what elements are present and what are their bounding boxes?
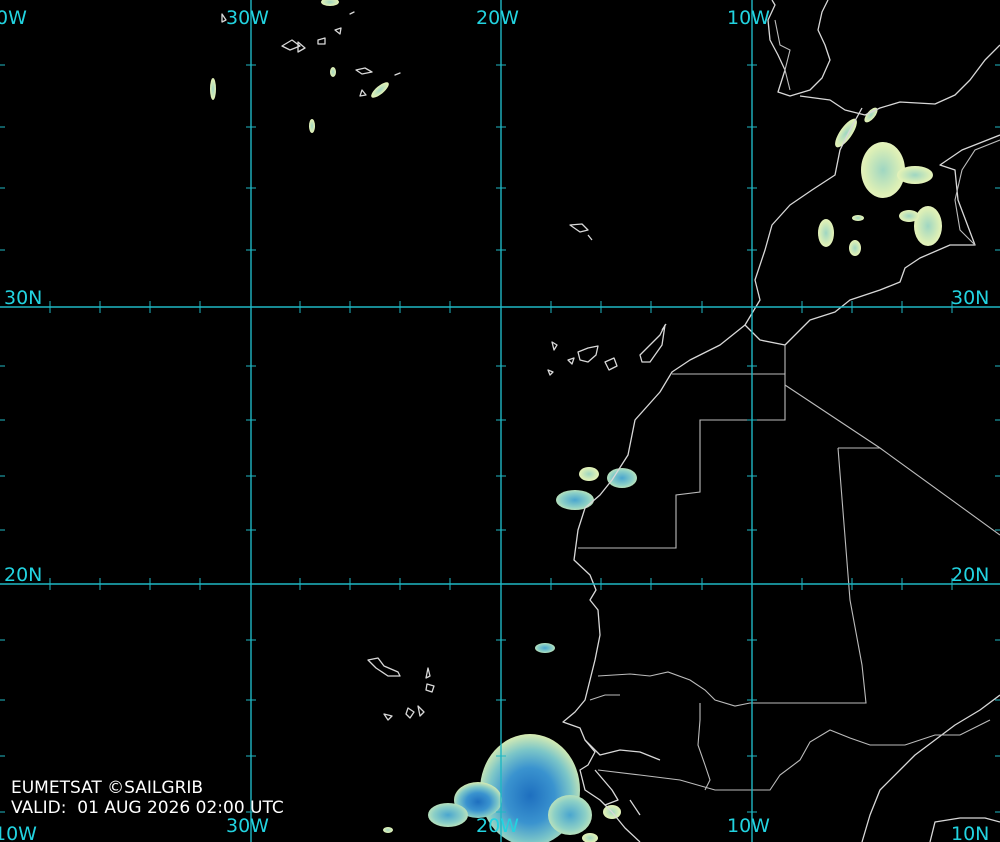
bottom-label-30w: 30W: [226, 815, 269, 837]
cloud-patch: [897, 166, 933, 184]
cloud-patch: [321, 0, 339, 6]
lat-label-20n-left: 20N: [4, 564, 42, 586]
border-western-sahara: [578, 373, 786, 549]
cloud-patch: [330, 67, 336, 77]
cloud-patch: [371, 82, 389, 98]
cloud-patch: [535, 643, 555, 653]
border-mali-west: [597, 447, 880, 707]
cloud-patch: [210, 78, 216, 100]
island-cape-verde: [367, 657, 435, 721]
cloud-layer: [210, 0, 942, 842]
cloud-patch: [818, 219, 834, 247]
lon-label-30w: 30W: [226, 7, 269, 29]
lon-label-10w: 10W: [727, 7, 770, 29]
cloud-patch: [582, 833, 598, 842]
border-guinea: [740, 719, 991, 791]
coastline-layer: [221, 0, 1000, 842]
border-mauritania-east: [784, 345, 1000, 536]
border-morocco-algeria: [954, 139, 1000, 246]
lat-label-20n-right: 20N: [951, 564, 989, 586]
cloud-patch: [899, 210, 919, 222]
valid-label: VALID:: [11, 798, 67, 818]
credit-valid-time: VALID: 01 AUG 2026 02:00 UTC: [11, 798, 284, 818]
cloud-patch: [309, 119, 315, 133]
cloud-patch: [849, 240, 861, 256]
satellite-map[interactable]: 0W 30W 20W 10W 30N 30N 20N 20N 10W 30W 2…: [0, 0, 1000, 842]
lat-label-30n-left: 30N: [4, 287, 42, 309]
valid-spacer: [66, 798, 77, 818]
graticule-ticks: [0, 64, 1000, 813]
coastline-iberia-south: [799, 44, 1000, 116]
coastline-morocco-north: [744, 107, 863, 326]
coastline-bottom-right: [861, 694, 1000, 842]
lat-label-30n-right: 30N: [951, 287, 989, 309]
cloud-patch: [835, 118, 857, 148]
cloud-patch: [607, 468, 637, 488]
cloud-patch: [548, 795, 592, 835]
credit-source: EUMETSAT ©SAILGRIB: [11, 778, 204, 798]
cloud-patch: [914, 206, 942, 246]
border-senegal: [589, 694, 740, 791]
bottom-label-left: 10W: [0, 823, 37, 842]
cloud-patch: [579, 467, 599, 481]
island-canaries: [547, 323, 667, 376]
coastline-bissau: [584, 739, 661, 816]
cloud-patch: [861, 142, 905, 198]
bottom-label-20w: 20W: [476, 815, 519, 837]
cloud-patch: [428, 803, 468, 827]
cloud-patch: [556, 490, 594, 510]
cloud-patch: [852, 215, 864, 221]
cloud-patch: [383, 827, 393, 833]
bottom-label-10n-right: 10N: [951, 823, 989, 842]
island-madeira: [569, 223, 593, 241]
lon-label-40w: 0W: [0, 7, 27, 29]
bottom-label-10w: 10W: [727, 815, 770, 837]
coastline-iberia: [767, 0, 831, 97]
lon-label-20w: 20W: [476, 7, 519, 29]
border-layer: [578, 19, 1000, 791]
valid-time-value: 01 AUG 2026 02:00 UTC: [77, 798, 284, 818]
map-canvas: 0W 30W 20W 10W 30N 30N 20N 20N 10W 30W 2…: [0, 0, 1000, 842]
